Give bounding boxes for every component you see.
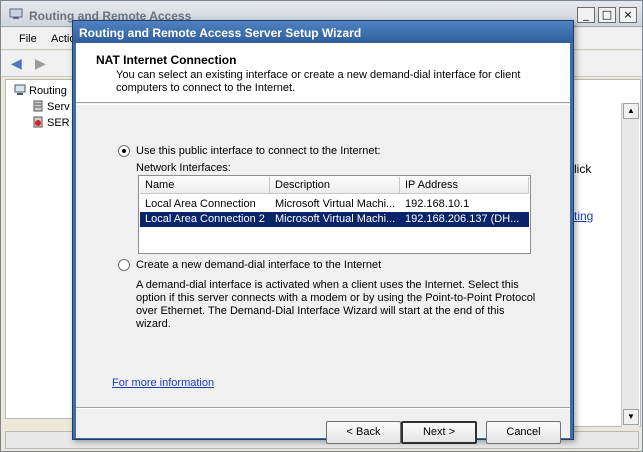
cancel-button[interactable]: Cancel <box>486 421 561 444</box>
menu-file[interactable]: File <box>19 33 37 45</box>
back-arrow-icon[interactable]: ◀ <box>11 56 29 70</box>
close-button[interactable]: × <box>619 7 637 23</box>
demand-dial-description: A demand-dial interface is activated whe… <box>136 279 536 330</box>
tree-label-routing: Routing <box>29 85 67 97</box>
cell-ip: 192.168.206.137 (DH... <box>405 213 520 225</box>
cell-description: Microsoft Virtual Machi... <box>275 213 396 225</box>
table-row-selected[interactable]: Local Area Connection 2 Microsoft Virtua… <box>140 212 529 227</box>
demand-dial-radio[interactable] <box>118 259 130 271</box>
more-information-link[interactable]: For more information <box>112 377 214 389</box>
back-button[interactable]: < Back <box>326 421 401 444</box>
next-button[interactable]: Next > <box>401 421 477 444</box>
column-header-ip[interactable]: IP Address <box>400 177 529 194</box>
column-header-name[interactable]: Name <box>140 177 270 194</box>
tree-item-ser[interactable]: SER <box>32 116 70 129</box>
cell-name: Local Area Connection 2 <box>145 213 265 225</box>
column-header-description[interactable]: Description <box>270 177 400 194</box>
console-tree: Routing Serv SER <box>5 79 77 419</box>
demand-dial-label[interactable]: Create a new demand-dial interface to th… <box>136 259 381 271</box>
computer-icon <box>14 84 26 96</box>
server-icon <box>32 100 44 112</box>
header-divider <box>76 104 570 105</box>
tree-label-server: Serv <box>47 101 70 113</box>
forward-arrow-icon[interactable]: ▶ <box>35 56 53 70</box>
cell-name: Local Area Connection <box>145 198 256 210</box>
cell-description: Microsoft Virtual Machi... <box>275 198 396 210</box>
scroll-up-icon[interactable]: ▲ <box>623 103 639 119</box>
page-description: You can select an existing interface or … <box>116 69 521 94</box>
public-interface-label[interactable]: Use this public interface to connect to … <box>136 145 381 157</box>
wizard-header: NAT Internet Connection You can select a… <box>76 43 570 103</box>
public-interface-radio[interactable] <box>118 145 130 157</box>
table-row[interactable]: Local Area Connection Microsoft Virtual … <box>140 197 529 212</box>
routing-app-icon <box>9 8 23 19</box>
tree-item-server-status[interactable]: Serv <box>32 100 70 113</box>
details-text: lick <box>574 162 592 176</box>
setup-wizard-dialog: Routing and Remote Access Server Setup W… <box>72 20 574 444</box>
page-title: NAT Internet Connection <box>96 53 237 67</box>
network-interfaces-label: Network Interfaces: <box>136 162 231 174</box>
details-link[interactable]: ting <box>574 209 593 223</box>
radio-selected-dot <box>122 149 126 153</box>
wizard-title: Routing and Remote Access Server Setup W… <box>79 26 362 40</box>
footer-divider-highlight <box>76 408 570 409</box>
maximize-button[interactable]: □ <box>598 7 616 23</box>
scroll-down-icon[interactable]: ▼ <box>623 409 639 425</box>
wizard-body: NAT Internet Connection You can select a… <box>76 43 570 444</box>
cell-ip: 192.168.10.1 <box>405 198 470 210</box>
minimize-button[interactable]: _ <box>577 7 595 23</box>
wizard-titlebar[interactable]: Routing and Remote Access Server Setup W… <box>73 21 573 43</box>
tree-label-ser: SER <box>47 117 70 129</box>
tree-item-routing[interactable]: Routing <box>14 84 67 97</box>
vertical-scrollbar[interactable]: ▲ ▼ <box>621 103 639 427</box>
network-interfaces-list[interactable]: Name Description IP Address Local Area C… <box>138 175 531 254</box>
server-stopped-icon <box>32 116 44 128</box>
